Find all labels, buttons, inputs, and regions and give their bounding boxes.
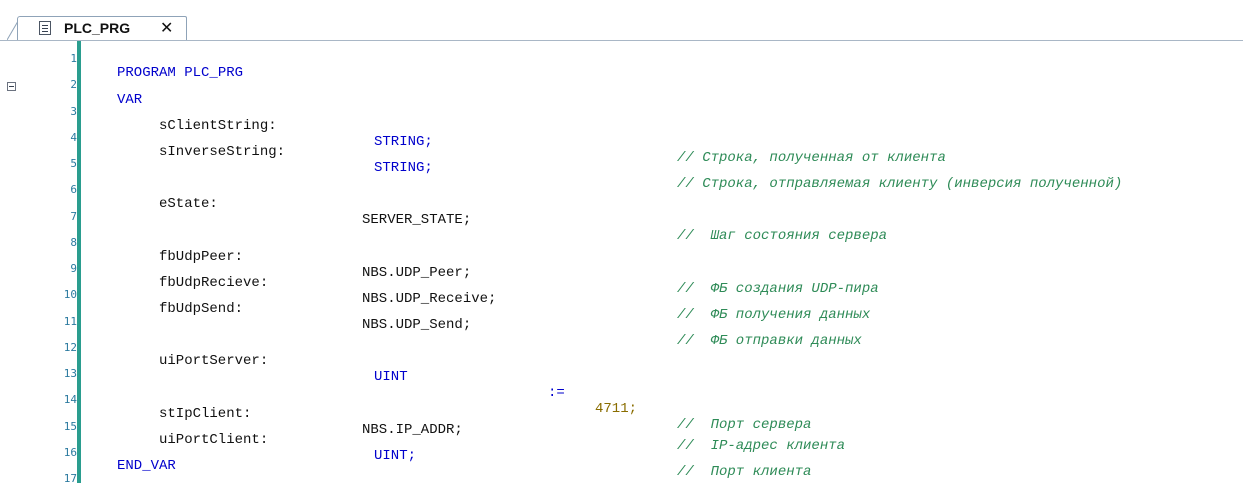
var-type: UINT; bbox=[374, 448, 417, 464]
comment: // Строка, полученная от клиента bbox=[677, 150, 946, 166]
var-type: NBS.UDP_Send; bbox=[362, 317, 472, 333]
port-value: 4711; bbox=[595, 401, 638, 417]
var-name: stIpClient: bbox=[159, 406, 252, 422]
end-var-keyword: END_VAR bbox=[117, 458, 176, 474]
tab-title: PLC_PRG bbox=[64, 20, 131, 36]
comment: // ФБ получения данных bbox=[677, 307, 871, 323]
var-name: uiPortClient: bbox=[159, 432, 269, 448]
var-type: SERVER_STATE; bbox=[362, 212, 472, 228]
comment: // IP-адрес клиента bbox=[677, 438, 846, 454]
var-name: sInverseString: bbox=[159, 144, 286, 160]
document-icon bbox=[39, 21, 51, 35]
var-type: NBS.UDP_Peer; bbox=[362, 265, 472, 281]
var-type: UINT bbox=[374, 369, 408, 385]
var-name: fbUdpSend: bbox=[159, 301, 244, 317]
var-name: fbUdpRecieve: bbox=[159, 275, 269, 291]
comment: // ФБ создания UDP-пира bbox=[677, 281, 879, 297]
editor-tabstrip: PLC_PRG ✕ bbox=[0, 0, 1243, 41]
assign-operator: := bbox=[548, 385, 565, 401]
comment: // Шаг состояния сервера bbox=[677, 228, 888, 244]
var-type: STRING; bbox=[374, 160, 433, 176]
var-keyword: VAR bbox=[117, 92, 143, 108]
var-type: NBS.IP_ADDR; bbox=[362, 422, 463, 438]
comment: // Порт сервера bbox=[677, 417, 812, 433]
var-type: STRING; bbox=[374, 134, 433, 150]
gutter-change-bar bbox=[77, 41, 81, 483]
program-keyword: PROGRAM PLC_PRG bbox=[117, 65, 244, 81]
comment: // Строка, отправляемая клиенту (инверси… bbox=[677, 176, 1123, 192]
close-icon[interactable]: ✕ bbox=[160, 18, 173, 37]
var-type: NBS.UDP_Receive; bbox=[362, 291, 497, 307]
comment: // Порт клиента bbox=[677, 464, 812, 480]
tab-plc-prg[interactable]: PLC_PRG ✕ bbox=[17, 16, 187, 40]
var-name: sClientString: bbox=[159, 118, 277, 134]
var-name: eState: bbox=[159, 196, 218, 212]
comment: // ФБ отправки данных bbox=[677, 333, 862, 349]
var-name: fbUdpPeer: bbox=[159, 249, 244, 265]
var-name: uiPortServer: bbox=[159, 353, 269, 369]
